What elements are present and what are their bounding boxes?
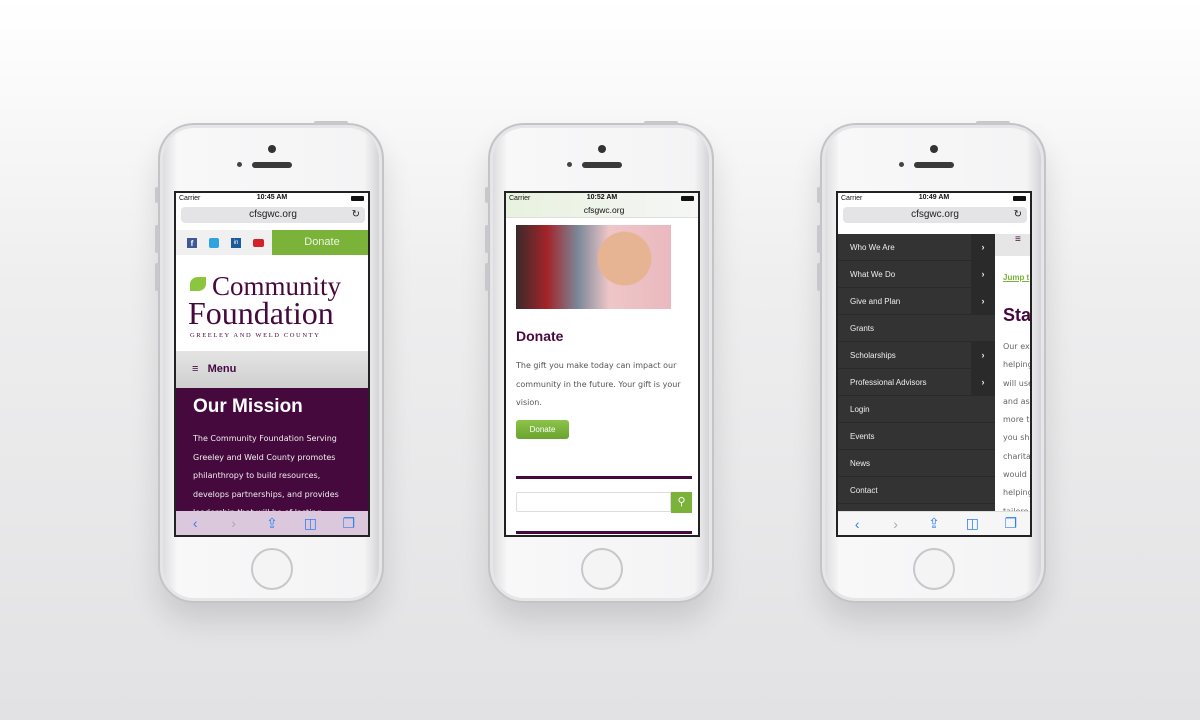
- status-bar: Carrier 10:45 AM: [176, 193, 368, 204]
- speaker: [252, 162, 292, 168]
- forward-icon[interactable]: ›: [224, 515, 244, 531]
- share-icon[interactable]: ⇪: [262, 515, 282, 532]
- page-title: Sta: [1003, 305, 1032, 325]
- forward-icon[interactable]: ›: [886, 516, 906, 532]
- chevron-right-icon[interactable]: ›: [971, 261, 995, 288]
- clock: 10:45 AM: [256, 194, 288, 201]
- donate-heading: Donate: [516, 328, 564, 344]
- back-icon[interactable]: ‹: [847, 516, 867, 532]
- address-bar[interactable]: cfsgwc.org ↻: [843, 207, 1027, 223]
- share-icon[interactable]: ⇪: [924, 515, 944, 532]
- menu-item-login[interactable]: Login: [838, 396, 995, 423]
- reload-icon[interactable]: ↻: [352, 207, 360, 223]
- search-icon: ⚲: [677, 496, 686, 508]
- menu-item-contact[interactable]: Contact: [838, 477, 995, 504]
- donate-button[interactable]: Donate: [272, 230, 368, 255]
- search-input[interactable]: [516, 492, 671, 512]
- menu-item-professional-advisors[interactable]: Professional Advisors ›: [838, 369, 995, 396]
- browser-toolbar: ‹ › ⇪ ◫ ❐: [176, 511, 368, 535]
- address-bar[interactable]: cfsgwc.org: [506, 204, 698, 216]
- back-icon[interactable]: ‹: [185, 515, 205, 531]
- reload-icon[interactable]: ↻: [1014, 207, 1022, 223]
- donate-photo: [516, 225, 671, 309]
- menu-item-what-we-do[interactable]: What We Do ›: [838, 261, 995, 288]
- donate-button[interactable]: Donate: [516, 420, 569, 439]
- facebook-icon[interactable]: f: [187, 238, 197, 248]
- phone-3: Carrier 10:49 AM cfsgwc.org ↻ Who We Are › …: [817, 121, 1046, 603]
- home-button[interactable]: [581, 548, 623, 590]
- search-button[interactable]: ⚲: [671, 492, 692, 513]
- logo: Community Foundation GREELEY AND WELD CO…: [188, 271, 342, 339]
- screen: Carrier 10:45 AM cfsgwc.org ↻ f in Donate …: [174, 191, 370, 537]
- bookmarks-icon[interactable]: ◫: [300, 515, 320, 532]
- tabs-icon[interactable]: ❐: [1001, 515, 1021, 532]
- camera-icon: [268, 145, 276, 153]
- tabs-icon[interactable]: ❐: [339, 515, 359, 532]
- home-button[interactable]: [251, 548, 293, 590]
- youtube-icon[interactable]: [253, 239, 264, 247]
- phone-2: Carrier 10:52 AM cfsgwc.org Donate The gi…: [485, 121, 714, 603]
- chevron-right-icon[interactable]: ›: [971, 234, 995, 261]
- menu-item-who-we-are[interactable]: Who We Are ›: [838, 234, 995, 261]
- linkedin-icon[interactable]: in: [231, 238, 241, 248]
- chevron-right-icon[interactable]: ›: [971, 342, 995, 369]
- screen: Carrier 10:52 AM cfsgwc.org Donate The gi…: [504, 191, 700, 537]
- menu-item-give-and-plan[interactable]: Give and Plan ›: [838, 288, 995, 315]
- menu-item-events[interactable]: Events: [838, 423, 995, 450]
- menu-item-scholarships[interactable]: Scholarships ›: [838, 342, 995, 369]
- browser-toolbar: ‹ › ⇪ ◫ ❐: [838, 511, 1030, 535]
- leaf-icon: [190, 277, 206, 291]
- jump-link[interactable]: Jump t: [1003, 273, 1029, 282]
- divider: [516, 476, 692, 479]
- page-title: Our Mission: [193, 396, 303, 417]
- twitter-icon[interactable]: [209, 238, 219, 248]
- menu-item-grants[interactable]: Grants: [838, 315, 995, 342]
- chevron-right-icon[interactable]: ›: [971, 288, 995, 315]
- home-button[interactable]: [913, 548, 955, 590]
- hamburger-icon[interactable]: ≡: [995, 234, 1030, 256]
- nav-drawer: Who We Are › What We Do › Give and Plan › G…: [838, 234, 995, 516]
- battery-icon: [351, 196, 364, 201]
- menu-button[interactable]: ≡ Menu: [176, 351, 368, 388]
- menu-item-news[interactable]: News: [838, 450, 995, 477]
- phone-1: Carrier 10:45 AM cfsgwc.org ↻ f in Donate …: [155, 121, 384, 603]
- divider: [516, 531, 692, 534]
- hamburger-icon: ≡: [192, 363, 199, 375]
- screen: Carrier 10:49 AM cfsgwc.org ↻ Who We Are › …: [836, 191, 1032, 537]
- chevron-right-icon[interactable]: ›: [971, 369, 995, 396]
- address-bar[interactable]: cfsgwc.org ↻: [181, 207, 365, 223]
- bookmarks-icon[interactable]: ◫: [962, 515, 982, 532]
